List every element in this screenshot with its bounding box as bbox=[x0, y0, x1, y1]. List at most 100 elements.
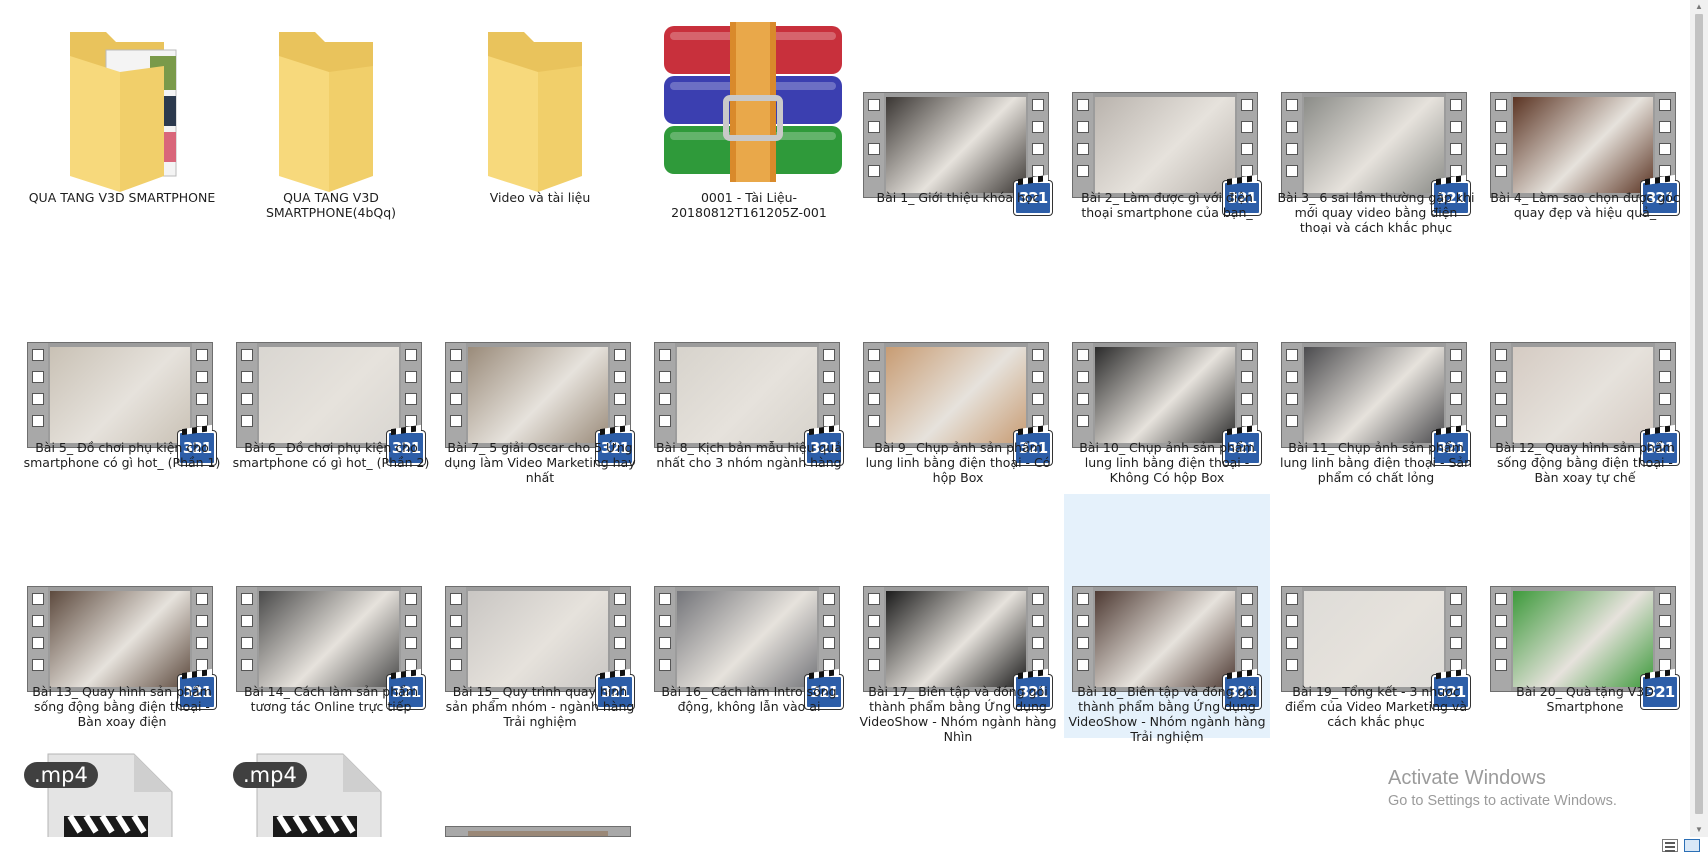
film-hole bbox=[1659, 349, 1671, 361]
film-hole bbox=[1032, 143, 1044, 155]
video-file-item[interactable]: 321 Bài 1_ Giới thiệu khóa học bbox=[855, 0, 1061, 244]
file-name-label: Bài 3_ 6 sai lầm thường gặp khi mới quay… bbox=[1277, 190, 1475, 235]
film-hole bbox=[659, 593, 671, 605]
video-file-item[interactable]: 321 Bài 17_ Biên tập và đóng gói thành ph… bbox=[855, 494, 1061, 744]
video-file-item[interactable]: 321 Bài 15_ Quy trình quay hình sản phẩm … bbox=[437, 494, 643, 738]
film-hole bbox=[1077, 415, 1089, 427]
file-name-label: QUA TANG V3D SMARTPHONE bbox=[28, 190, 216, 205]
details-view-icon[interactable] bbox=[1662, 839, 1678, 852]
file-name-label: QUA TANG V3D SMARTPHONE(4bQq) bbox=[265, 190, 397, 220]
film-hole bbox=[614, 371, 626, 383]
video-file-item[interactable]: 321 Bài 18_ Biên tập và đóng gói thành ph… bbox=[1064, 494, 1270, 744]
folder-item[interactable]: QUA TANG V3D SMARTPHONE(4bQq) bbox=[228, 0, 434, 244]
film-hole bbox=[1032, 121, 1044, 133]
film-hole bbox=[1450, 393, 1462, 405]
video-frame bbox=[50, 591, 190, 687]
video-file-item[interactable]: 321 Bài 5_ Đồ chơi phụ kiện cho smartphon… bbox=[19, 250, 225, 494]
scroll-down-icon[interactable]: ▼ bbox=[1694, 825, 1704, 835]
video-file-item[interactable]: 321 Bài 12_ Quay hình sản phẩm sống động … bbox=[1482, 250, 1688, 494]
video-file-item[interactable]: 321 Bài 3_ 6 sai lầm thường gặp khi mới q… bbox=[1273, 0, 1479, 244]
video-file-item[interactable]: 321 Bài 4_ Làm sao chọn được góc quay đẹp… bbox=[1482, 0, 1688, 244]
video-thumbnail: 321 bbox=[445, 586, 634, 709]
video-file-item[interactable] bbox=[445, 826, 631, 837]
video-file-item[interactable]: 321 Bài 6_ Đồ chơi phụ kiện cho smartphon… bbox=[228, 250, 434, 494]
mp4-file-item[interactable]: .mp4 bbox=[24, 750, 184, 837]
film-hole bbox=[1659, 371, 1671, 383]
film-hole bbox=[659, 637, 671, 649]
vertical-scrollbar[interactable]: ▲ ▼ bbox=[1690, 0, 1708, 837]
video-file-item[interactable]: 321 Bài 2_ Làm được gì với điện thoại sma… bbox=[1064, 0, 1270, 244]
film-hole bbox=[1286, 659, 1298, 671]
file-name-label: Bài 9_ Chụp ảnh sản phẩm lung linh bằng … bbox=[865, 440, 1051, 485]
film-strip-left bbox=[237, 587, 257, 691]
film-hole bbox=[1241, 393, 1253, 405]
film-hole bbox=[1077, 371, 1089, 383]
video-frame bbox=[677, 347, 817, 443]
scrollbar-thumb[interactable] bbox=[1695, 14, 1703, 814]
file-name-label: Bài 4_ Làm sao chọn được góc quay đẹp và… bbox=[1490, 190, 1680, 220]
film-hole bbox=[32, 637, 44, 649]
folder-item[interactable]: Video và tài liệu bbox=[437, 0, 643, 244]
film-hole bbox=[1032, 393, 1044, 405]
video-file-item[interactable]: 321 Bài 7_ 5 giải Oscar cho 5 Ứng dụng là… bbox=[437, 250, 643, 494]
video-file-item[interactable]: 321 Bài 20_ Quà tặng V3D Smartphone bbox=[1482, 494, 1688, 738]
film-hole bbox=[823, 593, 835, 605]
video-thumbnail: 321 bbox=[1072, 586, 1261, 709]
film-hole bbox=[1032, 593, 1044, 605]
file-name-label: Bài 6_ Đồ chơi phụ kiện cho smartphone c… bbox=[232, 440, 430, 470]
film-hole bbox=[614, 593, 626, 605]
film-strip-left bbox=[446, 343, 466, 447]
film-hole bbox=[1032, 349, 1044, 361]
film-hole bbox=[1659, 99, 1671, 111]
film-hole bbox=[1495, 415, 1507, 427]
film-strip-left bbox=[864, 343, 884, 447]
film-hole bbox=[823, 371, 835, 383]
film-strip-left bbox=[1073, 343, 1093, 447]
film-strip-left bbox=[655, 343, 675, 447]
film-hole bbox=[1659, 593, 1671, 605]
video-frame bbox=[886, 591, 1026, 687]
film-hole bbox=[1241, 371, 1253, 383]
video-file-item[interactable]: 321 Bài 8_ Kịch bản mẫu hiệu quả nhất cho… bbox=[646, 250, 852, 494]
film-hole bbox=[659, 659, 671, 671]
folder-item[interactable]: QUA TANG V3D SMARTPHONE bbox=[19, 0, 225, 244]
video-frame bbox=[677, 591, 817, 687]
large-icons-view-icon[interactable] bbox=[1684, 839, 1700, 852]
film-hole bbox=[659, 371, 671, 383]
film-hole bbox=[450, 415, 462, 427]
scroll-up-icon[interactable]: ▲ bbox=[1694, 2, 1704, 12]
video-thumbnail: 321 bbox=[1490, 342, 1679, 465]
film-hole bbox=[450, 637, 462, 649]
film-hole bbox=[1286, 415, 1298, 427]
video-frame bbox=[1513, 591, 1653, 687]
status-bar bbox=[0, 837, 1708, 855]
film-hole bbox=[1032, 371, 1044, 383]
archive-file-item[interactable]: 0001 - Tài Liệu-20180812T161205Z-001 bbox=[646, 0, 852, 244]
film-strip-left bbox=[1491, 343, 1511, 447]
file-name-label: Bài 11_ Chụp ảnh sản phẩm lung linh bằng… bbox=[1280, 440, 1472, 485]
video-file-item[interactable]: 321 Bài 16_ Cách làm Intro sống động, khô… bbox=[646, 494, 852, 738]
video-file-item[interactable]: 321 Bài 9_ Chụp ảnh sản phẩm lung linh bằ… bbox=[855, 250, 1061, 494]
mp4-file-item[interactable]: .mp4 bbox=[233, 750, 393, 837]
film-hole bbox=[1495, 393, 1507, 405]
film-hole bbox=[1286, 165, 1298, 177]
video-file-item[interactable]: 321 Bài 14_ Cách làm sản phẩm tương tác O… bbox=[228, 494, 434, 738]
film-hole bbox=[405, 637, 417, 649]
film-hole bbox=[823, 349, 835, 361]
video-frame bbox=[1304, 591, 1444, 687]
film-hole bbox=[1077, 659, 1089, 671]
film-hole bbox=[1032, 637, 1044, 649]
video-file-item[interactable]: 321 Bài 10_ Chụp ảnh sản phẩm lung linh b… bbox=[1064, 250, 1270, 494]
film-hole bbox=[1286, 143, 1298, 155]
film-hole bbox=[241, 637, 253, 649]
film-hole bbox=[614, 393, 626, 405]
film-hole bbox=[1286, 349, 1298, 361]
video-file-item[interactable]: 321 Bài 19_ Tổng kết - 3 nhược điểm của V… bbox=[1273, 494, 1479, 738]
video-file-item[interactable]: 321 Bài 11_ Chụp ảnh sản phẩm lung linh b… bbox=[1273, 250, 1479, 494]
video-file-item[interactable]: 321 Bài 13_ Quay hình sản phẩm sống động … bbox=[19, 494, 225, 738]
video-frame bbox=[1304, 97, 1444, 193]
video-thumbnail: 321 bbox=[1281, 342, 1470, 465]
file-name-label: Bài 19_ Tổng kết - 3 nhược điểm của Vide… bbox=[1284, 684, 1467, 729]
film-hole bbox=[1241, 593, 1253, 605]
film-hole bbox=[196, 615, 208, 627]
